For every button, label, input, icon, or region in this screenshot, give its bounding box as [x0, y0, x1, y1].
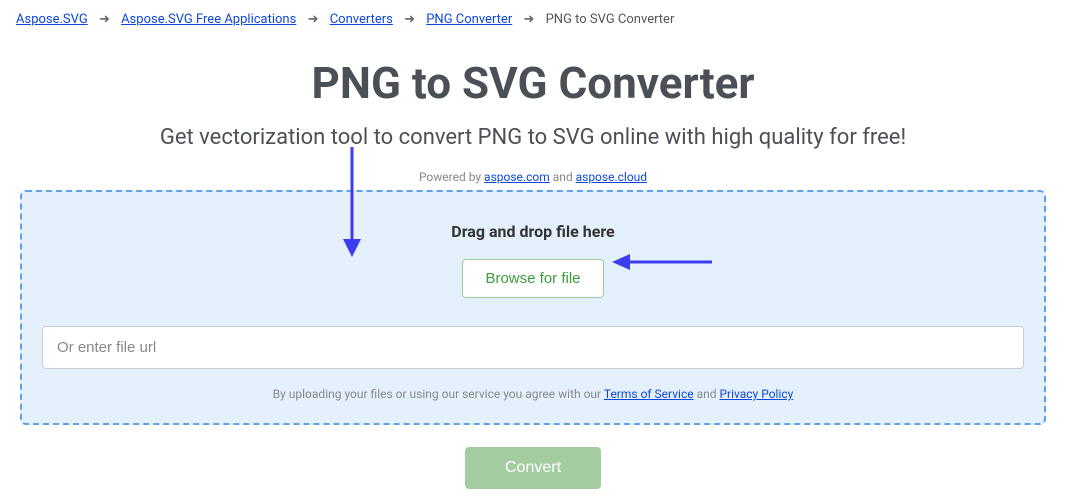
- page-title: PNG to SVG Converter: [0, 57, 1066, 109]
- drag-drop-label: Drag and drop file here: [42, 222, 1024, 241]
- terms-of-service-link[interactable]: Terms of Service: [604, 387, 694, 401]
- breadcrumb-sep-icon: ➜: [404, 12, 415, 27]
- powered-and: and: [550, 170, 576, 184]
- page-subtitle: Get vectorization tool to convert PNG to…: [0, 125, 1066, 150]
- file-dropzone[interactable]: Drag and drop file here Browse for file …: [20, 190, 1046, 425]
- terms-prefix: By uploading your files or using our ser…: [273, 387, 604, 401]
- breadcrumb-sep-icon: ➜: [99, 12, 110, 27]
- breadcrumb-link-aspose-svg[interactable]: Aspose.SVG: [16, 12, 88, 27]
- privacy-policy-link[interactable]: Privacy Policy: [719, 387, 793, 401]
- convert-button[interactable]: Convert: [465, 447, 601, 489]
- powered-link-aspose-cloud[interactable]: aspose.cloud: [576, 170, 647, 184]
- terms-text: By uploading your files or using our ser…: [42, 387, 1024, 401]
- powered-by-text: Powered by aspose.com and aspose.cloud: [0, 170, 1066, 184]
- breadcrumb-link-png-converter[interactable]: PNG Converter: [426, 12, 512, 27]
- breadcrumb-sep-icon: ➜: [308, 12, 319, 27]
- breadcrumb-link-converters[interactable]: Converters: [330, 12, 393, 27]
- main-content: PNG to SVG Converter Get vectorization t…: [0, 57, 1066, 489]
- file-url-input[interactable]: [42, 326, 1024, 369]
- annotation-arrow-down-icon: [337, 147, 367, 257]
- breadcrumb-sep-icon: ➜: [523, 12, 534, 27]
- annotation-arrow-left-icon: [612, 252, 712, 272]
- browse-file-button[interactable]: Browse for file: [462, 259, 603, 298]
- breadcrumb: Aspose.SVG ➜ Aspose.SVG Free Application…: [0, 0, 1066, 39]
- breadcrumb-current: PNG to SVG Converter: [546, 12, 675, 27]
- powered-link-aspose-com[interactable]: aspose.com: [484, 170, 550, 184]
- breadcrumb-link-free-apps[interactable]: Aspose.SVG Free Applications: [121, 12, 296, 27]
- powered-prefix: Powered by: [419, 170, 484, 184]
- terms-and: and: [694, 387, 720, 401]
